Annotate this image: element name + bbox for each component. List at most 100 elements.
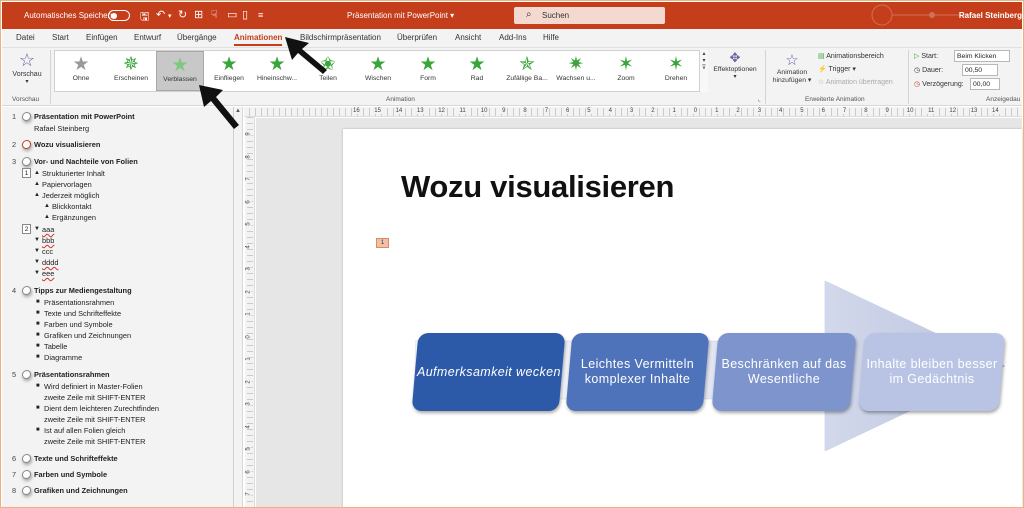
triangle-bullet-icon: ▲ xyxy=(44,214,50,220)
new-icon[interactable]: ▯ xyxy=(242,8,248,21)
group-label-preview: Vorschau xyxy=(12,96,40,103)
anim-rad[interactable]: ★ Rad xyxy=(453,51,501,91)
trigger-icon: ⚡ xyxy=(818,66,827,73)
outline-text-label: ccc xyxy=(42,247,54,256)
vertical-ruler: 9 8 7 6 5 4 3 2 1 0 1 2 3 4 5 6 7 xyxy=(245,117,255,507)
outline-text-label: Dient dem leichteren Zurechtfinden xyxy=(44,404,160,413)
outline-text-label: aaa xyxy=(42,225,55,234)
save-icon[interactable]: 🖫 xyxy=(140,8,149,27)
slide-title[interactable]: Wozu visualisieren xyxy=(401,169,674,205)
anim-erscheinen[interactable]: ✵ Erscheinen xyxy=(107,51,155,91)
outline-scrollbar[interactable]: ▲ xyxy=(234,107,243,507)
add-animation-button[interactable]: ☆ Animation hinzufügen ▾ xyxy=(768,51,816,84)
process-step-3[interactable]: Beschränken auf das Wesentliche xyxy=(711,333,857,411)
tab-datei[interactable]: Datei xyxy=(16,33,35,42)
gallery-scroll[interactable]: ▴ ▾ ⊽ xyxy=(699,50,708,92)
process-step-4[interactable]: Inhalte bleiben besser im Gedächtnis xyxy=(858,333,1006,411)
anim-zoom[interactable]: ✶ Zoom xyxy=(602,51,650,91)
animation-order-tag[interactable]: 1 xyxy=(376,238,389,248)
effect-options-button[interactable]: ✥ Effektoptionen ▾ xyxy=(711,50,759,80)
preview-star-icon: ☆ xyxy=(18,50,36,70)
group-separator xyxy=(765,50,766,104)
tab-animationen[interactable]: Animationen xyxy=(234,33,283,46)
anim-wischen[interactable]: ★ Wischen xyxy=(354,51,402,91)
preview-button[interactable]: ☆ Vorschau ▾ xyxy=(8,50,46,85)
outline-text-label: Texte und Schrifteffekte xyxy=(44,309,122,318)
gallery-more-icon[interactable]: ⊽ xyxy=(700,64,708,71)
anim-form[interactable]: ★ Form xyxy=(404,51,452,91)
ruler-label: 3 xyxy=(756,108,763,114)
touch-mode-icon[interactable]: ☟ xyxy=(211,8,218,21)
effect-options-dropdown-icon: ▾ xyxy=(733,74,737,80)
process-step-label: Leichtes Vermitteln komplexer Inhalte xyxy=(580,357,695,386)
tab-hilfe[interactable]: Hilfe xyxy=(543,33,559,42)
effect-options-icon: ✥ xyxy=(729,50,741,65)
star-shape-icon: ★ xyxy=(419,54,437,75)
gallery-up-icon[interactable]: ▴ xyxy=(700,50,708,57)
group-label-advanced: Erweiterte Animation xyxy=(805,96,865,103)
slide-number: 4 xyxy=(12,286,17,295)
slide[interactable]: Wozu visualisieren 1 Aufmerksamkeit weck… xyxy=(343,129,1022,507)
tab-start[interactable]: Start xyxy=(52,33,69,42)
start-row: ▷ Start: xyxy=(914,52,938,60)
animation-pane-button[interactable]: ▤ Animationsbereich xyxy=(818,52,884,60)
tab-ansicht[interactable]: Ansicht xyxy=(455,33,481,42)
animation-painter-button[interactable]: ☆ Animation übertragen xyxy=(818,78,893,86)
trigger-button[interactable]: ⚡ Trigger ▾ xyxy=(818,65,856,73)
anim-drehen[interactable]: ✶ Drehen xyxy=(652,51,700,91)
anim-wachsen-und-drehen[interactable]: ✷ Wachsen u... xyxy=(552,51,600,91)
anim-zufaellige-balken[interactable]: ✯ Zufällige Ba... xyxy=(503,51,551,91)
triangle-bullet-icon: ▲ xyxy=(34,181,40,187)
present-icon[interactable]: ⊞ xyxy=(194,8,203,21)
delay-input[interactable]: 00,00 xyxy=(970,78,1000,90)
duration-label: Dauer: xyxy=(922,67,944,74)
delay-clock-icon: ◷ xyxy=(914,81,921,88)
ruler-label: 14 xyxy=(991,108,1000,114)
ruler-label: 3 xyxy=(628,108,635,114)
slide-thumb-icon xyxy=(21,470,32,479)
ruler-label: 5 xyxy=(245,222,252,226)
undo-dropdown-icon[interactable]: ▾ xyxy=(168,12,172,20)
outline-text-label: Papiervorlagen xyxy=(42,180,92,189)
outline-text-label: eee xyxy=(42,269,55,278)
slide-number: 3 xyxy=(12,157,17,166)
anim-verblassen[interactable]: ★ Verblassen xyxy=(156,51,204,91)
slide-title: Farben und Symbole xyxy=(34,470,108,479)
document-title[interactable]: Präsentation mit PowerPoint ▾ xyxy=(347,11,454,20)
outline-text-label: zweite Zeile mit SHIFT-ENTER xyxy=(44,415,146,424)
autosave-toggle[interactable] xyxy=(108,10,130,21)
ruler-label: 1 xyxy=(714,108,720,114)
process-step-2[interactable]: Leichtes Vermitteln komplexer Inhalte xyxy=(565,333,710,411)
pointer-arrow-icon xyxy=(199,85,239,129)
triangle-bullet-icon: ▲ xyxy=(44,203,50,209)
tab-einfuegen[interactable]: Einfügen xyxy=(86,33,118,42)
outline-text-label: Wird definiert in Master-Folien xyxy=(44,382,143,391)
anim-label: Verblassen xyxy=(163,76,197,83)
tab-uebergaenge[interactable]: Übergänge xyxy=(177,33,217,42)
start-select[interactable]: Beim Klicken xyxy=(954,50,1010,62)
slide-title: Präsentationsrahmen xyxy=(34,370,110,379)
user-name[interactable]: Rafael Steinberg xyxy=(959,11,1022,20)
undo-icon[interactable]: ↶ xyxy=(156,8,165,21)
anim-ohne[interactable]: ★ Ohne xyxy=(57,51,105,91)
delay-label: Verzögerung: xyxy=(922,81,964,88)
customize-toolbar-icon[interactable]: ≡ xyxy=(258,10,263,20)
title-decoration xyxy=(871,4,972,26)
process-step-label: Aufmerksamkeit wecken xyxy=(416,364,561,379)
ruler-label: 4 xyxy=(245,424,252,429)
start-icon: ▷ xyxy=(914,53,920,60)
square-bullet-icon: ■ xyxy=(36,321,40,327)
tab-entwurf[interactable]: Entwurf xyxy=(134,33,161,42)
redo-icon[interactable]: ↻ xyxy=(178,8,187,21)
open-icon[interactable]: ▭ xyxy=(227,8,237,21)
slide-title: Grafiken und Zeichnungen xyxy=(34,486,128,495)
gallery-down-icon[interactable]: ▾ xyxy=(700,57,708,64)
anim-label: Form xyxy=(420,75,436,82)
duration-input[interactable]: 00,50 xyxy=(962,64,998,76)
tab-ueberpruefen[interactable]: Überprüfen xyxy=(397,33,437,42)
tab-add-ins[interactable]: Add-Ins xyxy=(499,33,527,42)
process-step-1[interactable]: Aufmerksamkeit wecken xyxy=(411,333,566,411)
slide-thumb-icon xyxy=(21,112,32,121)
search-box[interactable]: ⌕ Suchen xyxy=(514,7,665,24)
dialog-launcher-icon[interactable]: ⌞ xyxy=(758,96,761,103)
